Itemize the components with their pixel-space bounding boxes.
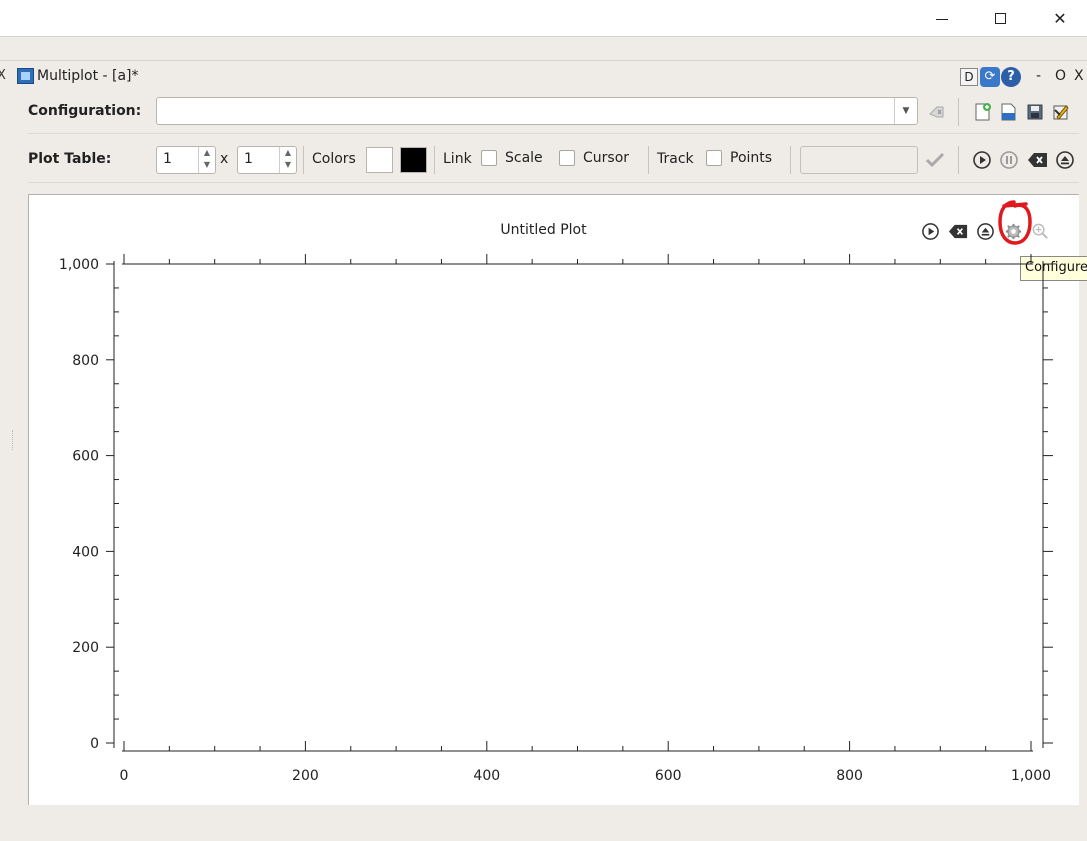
x-tick-label: 800: [836, 768, 863, 784]
red-annotation-circle: [998, 200, 1032, 245]
x-tick-label: 200: [292, 768, 319, 784]
x-tick-label: 0: [120, 768, 129, 784]
y-tick-label: 200: [72, 640, 99, 656]
x-tick-label: 1,000: [1011, 768, 1051, 784]
x-tick-label: 400: [473, 768, 500, 784]
y-tick-label: 400: [72, 544, 99, 560]
y-tick-label: 800: [72, 353, 99, 369]
y-tick-label: 600: [72, 449, 99, 465]
y-tick-label: 1,000: [59, 257, 99, 273]
x-tick-label: 600: [655, 768, 682, 784]
plot-canvas[interactable]: 0 200 400 600 800 1,000 0 200 400 600 800 1,000: [0, 0, 1087, 841]
y-tick-label: 0: [90, 736, 99, 752]
